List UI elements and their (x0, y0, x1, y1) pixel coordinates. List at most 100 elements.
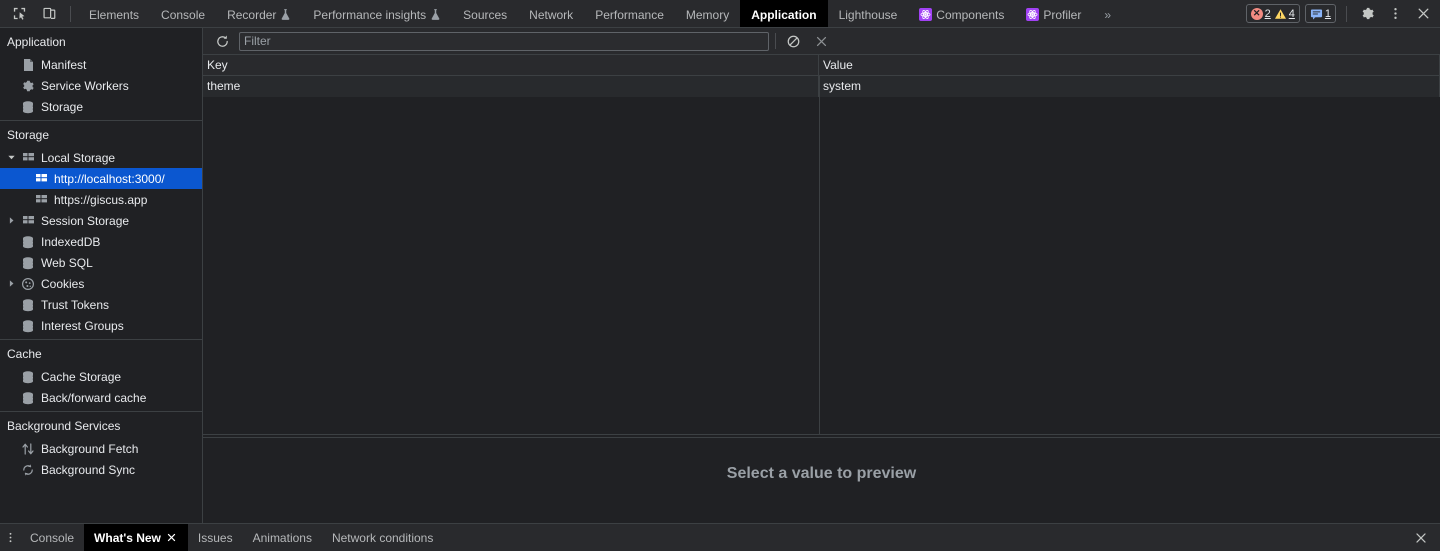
value-preview-panel: Select a value to preview (203, 438, 1440, 523)
table-icon (33, 192, 49, 208)
column-header-value[interactable]: Value (819, 55, 1440, 75)
issues-counter-group[interactable]: ✕ 2 4 (1245, 4, 1300, 23)
drawer-tab-list: Console What's New Issues Animations Net… (20, 524, 1408, 551)
tab-components[interactable]: Components (908, 0, 1015, 27)
cell-key[interactable]: theme (203, 76, 819, 97)
tab-console-label: Console (161, 7, 206, 22)
inspect-element-icon[interactable] (6, 2, 32, 26)
devtools-toolbar-right: ✕ 2 4 1 (1245, 0, 1440, 27)
tab-console[interactable]: Console (150, 0, 216, 27)
chevron-right-icon[interactable] (7, 216, 16, 225)
sidebar-section-background-services-title: Background Services (7, 419, 121, 433)
sidebar-item-label: Interest Groups (41, 318, 124, 333)
sidebar-item-service-workers[interactable]: Service Workers (0, 75, 202, 96)
close-drawer-icon[interactable] (1408, 526, 1434, 550)
tab-performance[interactable]: Performance (584, 0, 675, 27)
column-divider[interactable] (819, 76, 820, 434)
main-tab-list: Elements Console Recorder Performance in… (78, 0, 1246, 27)
sidebar-item-interest-groups[interactable]: Interest Groups (0, 315, 202, 336)
sidebar-item-label: Trust Tokens (41, 297, 110, 312)
application-sidebar[interactable]: Application Manifest Service Workers Sto… (0, 28, 203, 523)
experimental-beaker-icon (430, 8, 441, 21)
sidebar-item-label: Cache Storage (41, 369, 122, 384)
error-icon: ✕ (1250, 7, 1263, 20)
table-row[interactable]: theme system (203, 76, 1440, 97)
clear-all-icon[interactable] (782, 31, 804, 52)
drawer-tab-console-label: Console (30, 530, 75, 545)
drawer-tab-whats-new-label: What's New (94, 530, 161, 545)
tab-application[interactable]: Application (740, 0, 828, 27)
sidebar-item-label: IndexedDB (41, 234, 101, 249)
tab-profiler[interactable]: Profiler (1015, 0, 1092, 27)
tab-network[interactable]: Network (518, 0, 584, 27)
close-icon[interactable] (166, 532, 178, 544)
tab-performance-insights[interactable]: Performance insights (302, 0, 452, 27)
tab-network-label: Network (529, 7, 574, 22)
database-icon (20, 99, 36, 115)
sidebar-item-localhost-3000[interactable]: http://localhost:3000/ (0, 168, 202, 189)
experimental-beaker-icon (280, 8, 291, 21)
refresh-icon[interactable] (211, 31, 233, 52)
delete-selected-icon[interactable] (810, 31, 832, 52)
tab-elements-label: Elements (89, 7, 140, 22)
sidebar-item-indexeddb[interactable]: IndexedDB (0, 231, 202, 252)
sidebar-item-background-sync[interactable]: Background Sync (0, 459, 202, 480)
messages-counter-group[interactable]: 1 (1304, 4, 1336, 23)
sidebar-item-session-storage[interactable]: Session Storage (0, 210, 202, 231)
drawer-tab-whats-new[interactable]: What's New (84, 524, 188, 551)
devtools-drawer-tabbar: Console What's New Issues Animations Net… (0, 523, 1440, 551)
device-toolbar-icon[interactable] (36, 2, 62, 26)
sidebar-item-local-storage[interactable]: Local Storage (0, 147, 202, 168)
database-icon (20, 390, 36, 406)
warning-count: 4 (1288, 7, 1295, 20)
drawer-more-tools-icon[interactable] (0, 524, 20, 551)
tab-recorder[interactable]: Recorder (216, 0, 302, 27)
drawer-tab-issues[interactable]: Issues (188, 524, 243, 551)
tab-overflow-button[interactable]: » (1092, 0, 1123, 27)
sidebar-section-cache-title: Cache (7, 347, 42, 361)
toolbar-separator (1346, 5, 1347, 22)
drawer-tab-network-conditions[interactable]: Network conditions (322, 524, 443, 551)
gear-icon[interactable] (1354, 2, 1380, 26)
database-icon (20, 369, 36, 385)
chevron-right-icon[interactable] (7, 279, 16, 288)
cookie-icon (20, 276, 36, 292)
sidebar-item-giscus-app[interactable]: https://giscus.app (0, 189, 202, 210)
tab-elements[interactable]: Elements (78, 0, 150, 27)
toolbar-separator (70, 5, 71, 22)
sidebar-item-storage[interactable]: Storage (0, 96, 202, 117)
sidebar-item-label: Back/forward cache (41, 390, 147, 405)
close-devtools-icon[interactable] (1410, 2, 1436, 26)
cell-value[interactable]: system (819, 76, 1440, 97)
sidebar-item-back-forward-cache[interactable]: Back/forward cache (0, 387, 202, 408)
sidebar-item-cookies[interactable]: Cookies (0, 273, 202, 294)
sidebar-item-manifest[interactable]: Manifest (0, 54, 202, 75)
sidebar-item-label: Web SQL (41, 255, 93, 270)
storage-datagrid[interactable]: Key Value theme system (203, 55, 1440, 434)
database-icon (20, 297, 36, 313)
background-fetch-icon (20, 441, 36, 457)
error-counter[interactable]: ✕ 2 (1250, 7, 1271, 20)
sidebar-item-web-sql[interactable]: Web SQL (0, 252, 202, 273)
database-icon (20, 255, 36, 271)
message-counter[interactable]: 1 (1310, 8, 1331, 20)
drawer-controls (1408, 524, 1440, 551)
tab-sources[interactable]: Sources (452, 0, 518, 27)
chevron-down-icon[interactable] (7, 153, 16, 162)
table-icon (20, 213, 36, 229)
sidebar-item-label: Manifest (41, 57, 87, 72)
drawer-tab-animations[interactable]: Animations (243, 524, 322, 551)
column-header-key[interactable]: Key (203, 55, 819, 75)
drawer-tab-animations-label: Animations (252, 530, 312, 545)
tab-memory[interactable]: Memory (675, 0, 740, 27)
drawer-tab-console[interactable]: Console (20, 524, 84, 551)
message-bubble-icon (1310, 8, 1323, 20)
sidebar-item-cache-storage[interactable]: Cache Storage (0, 366, 202, 387)
react-extension-icon (919, 8, 933, 21)
more-options-icon[interactable] (1382, 2, 1408, 26)
warning-counter[interactable]: 4 (1274, 8, 1295, 20)
sidebar-item-background-fetch[interactable]: Background Fetch (0, 438, 202, 459)
filter-input[interactable] (239, 31, 769, 51)
sidebar-item-trust-tokens[interactable]: Trust Tokens (0, 294, 202, 315)
tab-lighthouse[interactable]: Lighthouse (828, 0, 909, 27)
